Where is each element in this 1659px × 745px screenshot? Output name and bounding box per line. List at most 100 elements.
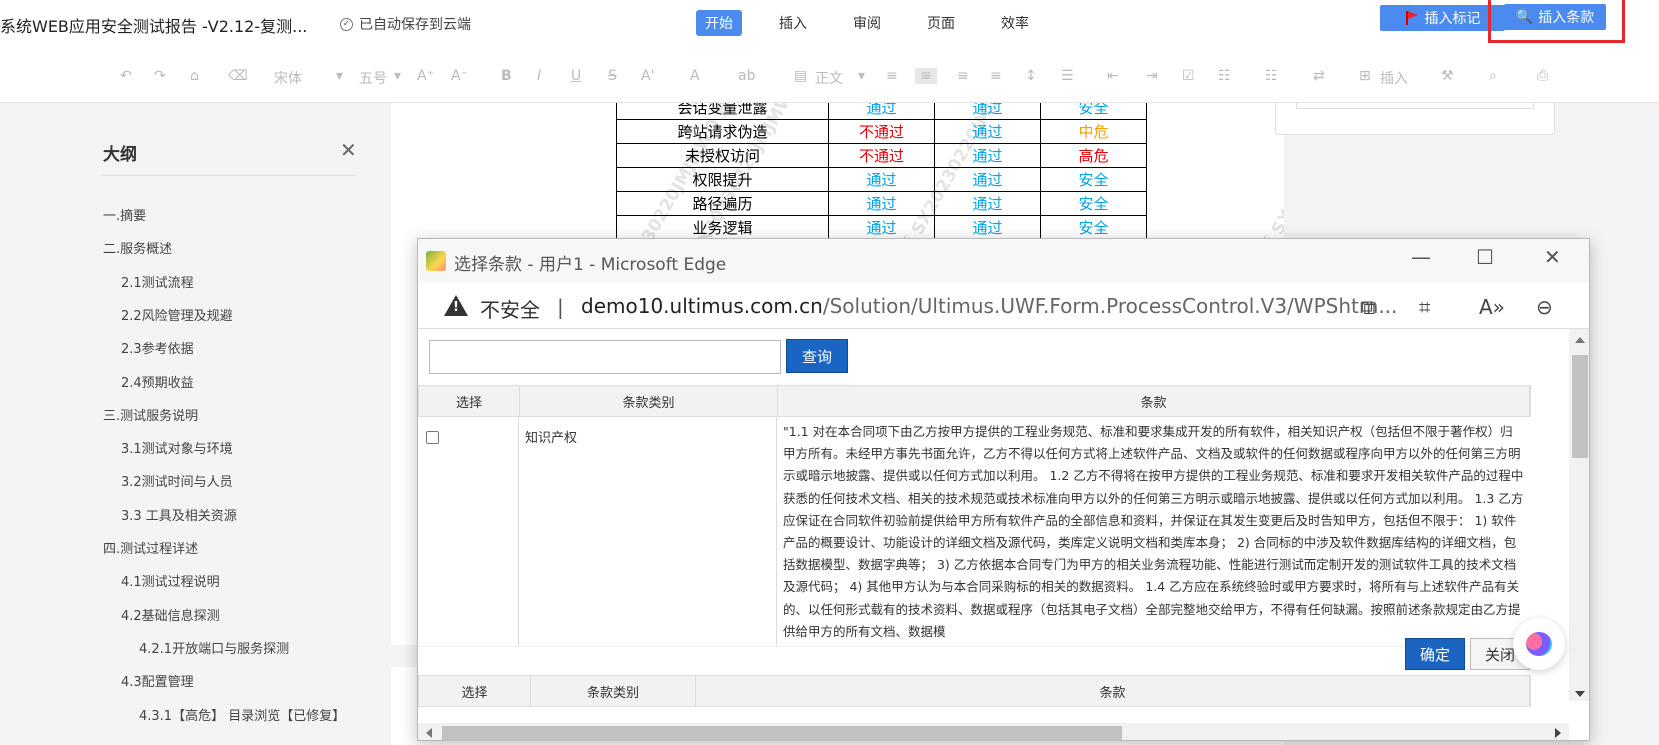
scroll-up-icon[interactable] [1575, 337, 1585, 343]
outline-item[interactable]: 2.2风险管理及规避 [121, 305, 233, 324]
tab-home[interactable]: 开始 [696, 10, 742, 36]
outline-item[interactable]: 4.2基础信息探测 [121, 605, 220, 624]
clause-selection-body: 查询 选择 条款类别 条款 知识产权 "1.1 对在本合同项下由乙方按甲方提供的… [418, 329, 1589, 740]
outline-item[interactable]: 3.3 工具及相关资源 [121, 505, 237, 524]
scroll-thumb[interactable] [442, 726, 1122, 740]
underline-icon[interactable]: U [571, 68, 581, 84]
align-right-icon[interactable]: ≡ [957, 68, 969, 84]
scroll-down-icon[interactable] [1575, 691, 1585, 697]
close-window-icon[interactable]: ✕ [1544, 245, 1561, 269]
ai-assistant-button[interactable] [1513, 618, 1565, 670]
increase-indent-icon[interactable]: ⇥ [1146, 68, 1158, 84]
outline-item[interactable]: 4.3.1【高危】 目录浏览【已修复】 [139, 705, 345, 724]
align-left-icon[interactable]: ≡ [886, 68, 898, 84]
shrink-font-icon[interactable]: A⁻ [451, 68, 468, 84]
maximize-icon[interactable]: ☐ [1476, 245, 1494, 269]
highlight-icon[interactable]: ab [738, 68, 755, 84]
outline-item[interactable]: 4.3配置管理 [121, 671, 194, 690]
outline-item[interactable]: 三.测试服务说明 [103, 405, 198, 424]
superscript-icon[interactable]: A' [641, 68, 654, 84]
table-row: 知识产权 "1.1 对在本合同项下由乙方按甲方提供的工程业务规范、标准和要求集成… [418, 417, 1531, 647]
tab-review[interactable]: 审阅 [844, 10, 890, 36]
clear-format-icon[interactable]: ⌫ [228, 68, 248, 84]
style-select[interactable]: 正文 [815, 68, 843, 88]
header-select: 选择 [419, 386, 520, 416]
undo-icon[interactable]: ↶ [120, 68, 132, 84]
table-cell: 通过 [828, 167, 935, 192]
autosave-status: ✓ 已自动保存到云端 [340, 14, 471, 34]
outline-item[interactable]: 3.1测试对象与环境 [121, 438, 233, 457]
outline-item[interactable]: 一.摘要 [103, 205, 146, 224]
format-painter-icon[interactable]: ⌂ [190, 68, 199, 84]
font-color-icon[interactable]: A [690, 68, 700, 84]
font-size-select[interactable]: 五号 [359, 68, 387, 88]
sort-icon[interactable]: ⇄ [1313, 68, 1325, 84]
zoom-out-icon[interactable]: ⊖ [1536, 295, 1553, 319]
outline-item[interactable]: 4.2.1开放端口与服务探测 [139, 638, 289, 657]
tab-insert[interactable]: 插入 [770, 10, 816, 36]
grow-font-icon[interactable]: A⁺ [417, 68, 434, 84]
align-center-icon[interactable]: ≡ [915, 68, 937, 84]
font-name-select[interactable]: 宋体 [274, 68, 302, 88]
scroll-left-icon[interactable] [426, 728, 432, 738]
table-cell: 安全 [1040, 191, 1147, 216]
decrease-indent-icon[interactable]: ⇤ [1107, 68, 1119, 84]
table-cell: 安全 [1040, 167, 1147, 192]
minimize-icon[interactable]: — [1411, 245, 1431, 269]
ribbon-tabs: 开始 插入 审阅 页面 效率 [696, 10, 1058, 36]
bullet-list-icon[interactable]: ☷ [1218, 68, 1231, 84]
table-row: 会话变量泄露 通过 通过 安全 [616, 103, 1147, 120]
outline-item[interactable]: 2.4预期收益 [121, 372, 194, 391]
app-available-icon[interactable]: ⧉ [1361, 295, 1375, 319]
flag-icon [1405, 11, 1419, 25]
search-button[interactable]: 查询 [786, 339, 848, 373]
line-spacing-icon[interactable]: ↕ [1025, 68, 1037, 84]
find-icon[interactable]: ⌕ [1489, 68, 1497, 84]
window-title: 选择条款 - 用户1 - Microsoft Edge [454, 255, 727, 275]
insert-clause-button[interactable]: 🔍 插入条款 [1504, 4, 1606, 30]
tab-page[interactable]: 页面 [918, 10, 964, 36]
strikethrough-icon[interactable]: S [608, 68, 617, 84]
close-icon[interactable]: ✕ [340, 138, 357, 162]
style-icon: ▤ [794, 68, 808, 84]
justify-icon[interactable]: ≡ [990, 68, 1002, 84]
outline-item[interactable]: 四.测试过程详述 [103, 538, 198, 557]
paragraph-spacing-icon[interactable]: ☰ [1061, 68, 1074, 84]
outline-item[interactable]: 4.1测试过程说明 [121, 571, 220, 590]
qr-code-icon[interactable]: ⌗ [1419, 295, 1430, 319]
print-icon[interactable]: ⎙ [1537, 68, 1548, 84]
insert-menu[interactable]: 插入 [1380, 68, 1408, 88]
table-cell: 通过 [828, 103, 935, 120]
tab-efficiency[interactable]: 效率 [992, 10, 1038, 36]
outline-item[interactable]: 3.2测试时间与人员 [121, 471, 233, 490]
redo-icon[interactable]: ↷ [154, 68, 166, 84]
table-cell: 通过 [934, 103, 1041, 120]
outline-panel: 大纲 ✕ 一.摘要 二.服务概述 2.1测试流程 2.2风险管理及规避 2.3参考依据 2… [0, 103, 370, 745]
read-aloud-icon[interactable]: A» [1479, 295, 1505, 319]
checklist-icon[interactable]: ☑ [1182, 68, 1195, 84]
row-checkbox[interactable] [426, 431, 439, 444]
numbered-list-icon[interactable]: ☷ [1265, 68, 1278, 84]
table-row: 路径遍历 通过 通过 安全 [616, 191, 1147, 216]
warning-icon[interactable] [444, 295, 468, 316]
confirm-button[interactable]: 确定 [1405, 638, 1465, 670]
insert-mark-button[interactable]: 插入标记 [1380, 5, 1505, 31]
document-title[interactable]: 系统WEB应用安全测试报告 -V2.12-复测... [0, 13, 307, 37]
bold-icon[interactable]: B [501, 68, 512, 84]
outline-item[interactable]: 2.1测试流程 [121, 272, 194, 291]
insecure-label[interactable]: 不安全 [480, 294, 540, 323]
outline-item[interactable]: 2.3参考依据 [121, 338, 194, 357]
url-text[interactable]: demo10.ultimus.com.cn/Solution/Ultimus.U… [581, 294, 1397, 318]
table-row: 未授权访问 不通过 通过 高危 [616, 143, 1147, 168]
insert-clause-label: 插入条款 [1538, 10, 1595, 26]
outline-item[interactable]: 二.服务概述 [103, 238, 172, 257]
horizontal-scrollbar[interactable] [418, 723, 1569, 740]
scroll-thumb[interactable] [1572, 355, 1588, 458]
table-cell: 通过 [828, 215, 935, 240]
vertical-scrollbar[interactable] [1569, 329, 1589, 701]
tools-icon[interactable]: ⚒ [1441, 68, 1454, 84]
clause-search-input[interactable] [429, 340, 781, 374]
italic-icon[interactable]: I [537, 68, 541, 84]
scroll-right-icon[interactable] [1555, 728, 1561, 738]
url-host: demo10.ultimus.com.cn [581, 294, 823, 318]
